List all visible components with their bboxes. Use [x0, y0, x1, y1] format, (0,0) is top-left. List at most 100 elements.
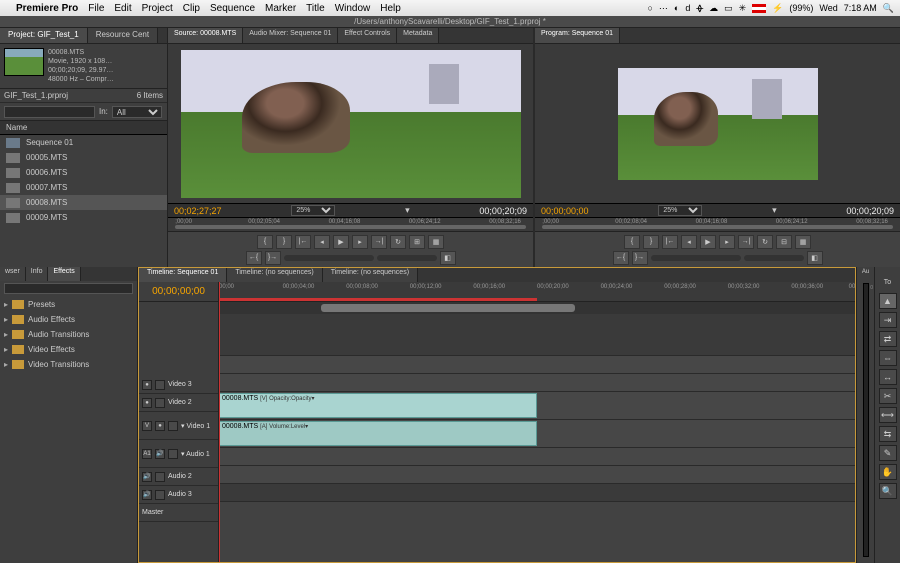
- slip-tool[interactable]: ⟷: [879, 407, 897, 423]
- bin-item-sequence[interactable]: Sequence 01: [0, 135, 167, 150]
- step-fwd-button[interactable]: ▸: [719, 235, 735, 249]
- effects-folder-audio-transitions[interactable]: ▸Audio Transitions: [0, 327, 137, 342]
- speaker-icon[interactable]: 🔊: [155, 449, 165, 459]
- tab-effects[interactable]: Effects: [48, 267, 80, 281]
- timeline-position-tc[interactable]: 00;00;00;00: [139, 282, 218, 302]
- export-frame-button[interactable]: ◧: [440, 251, 456, 265]
- export-frame-button[interactable]: ◧: [807, 251, 823, 265]
- bin-item-clip[interactable]: 00006.MTS: [0, 165, 167, 180]
- track-lane-v2[interactable]: [219, 374, 855, 392]
- timeline-tracks-area[interactable]: 00;00 00;00;04;00 00;00;08;00 00;00;12;0…: [219, 282, 855, 562]
- selection-tool[interactable]: ▲: [879, 293, 897, 309]
- timeline-clip-audio[interactable]: 00008.MTS [A] Volume:Level▾: [219, 421, 537, 446]
- lock-icon[interactable]: [168, 449, 178, 459]
- tray-icon[interactable]: ○: [647, 3, 652, 13]
- extract-button[interactable]: ▦: [795, 235, 811, 249]
- tab-program[interactable]: Program: Sequence 01: [535, 28, 620, 43]
- target-v[interactable]: V: [142, 421, 152, 431]
- timeline-clip-video[interactable]: 00008.MTS [V] Opacity:Opacity▾: [219, 393, 537, 418]
- go-to-in-button[interactable]: |←: [295, 235, 311, 249]
- menu-marker[interactable]: Marker: [265, 3, 296, 14]
- shuttle-slider[interactable]: [377, 255, 437, 261]
- flag-icon[interactable]: [752, 4, 766, 13]
- ruler-scrollbar[interactable]: [175, 225, 525, 229]
- effects-folder-presets[interactable]: ▸Presets: [0, 297, 137, 312]
- program-duration-tc[interactable]: 00;00;20;09: [846, 206, 894, 216]
- tab-timeline-empty[interactable]: Timeline: (no sequences): [227, 268, 322, 282]
- play-button[interactable]: ▶: [700, 235, 716, 249]
- app-name[interactable]: Premiere Pro: [16, 3, 78, 14]
- step-back-button[interactable]: ◂: [314, 235, 330, 249]
- mark-out-button[interactable]: }: [643, 235, 659, 249]
- eye-icon[interactable]: ●: [142, 398, 152, 408]
- lock-icon[interactable]: [155, 380, 165, 390]
- menu-project[interactable]: Project: [142, 3, 173, 14]
- slide-tool[interactable]: ⇆: [879, 426, 897, 442]
- tab-source[interactable]: Source: 00008.MTS: [168, 28, 243, 43]
- marker-prev-button[interactable]: ←{: [246, 251, 262, 265]
- go-to-out-button[interactable]: →|: [738, 235, 754, 249]
- source-video-area[interactable]: [168, 44, 533, 203]
- tray-icon[interactable]: ▭: [724, 3, 733, 14]
- menu-edit[interactable]: Edit: [114, 3, 131, 14]
- program-video-area[interactable]: [535, 44, 900, 203]
- lock-icon[interactable]: [155, 398, 165, 408]
- track-select-tool[interactable]: ⇥: [879, 312, 897, 328]
- bin-item-clip[interactable]: 00009.MTS: [0, 210, 167, 225]
- rate-stretch-tool[interactable]: ↔: [879, 369, 897, 385]
- tray-icon[interactable]: ⋯: [659, 3, 668, 14]
- project-filter-select[interactable]: All: [112, 106, 162, 118]
- source-zoom-select[interactable]: 25%: [291, 205, 335, 216]
- speaker-icon[interactable]: 🔊: [142, 472, 152, 482]
- insert-button[interactable]: ⊞: [409, 235, 425, 249]
- column-header-name[interactable]: Name: [0, 121, 167, 135]
- lift-button[interactable]: ⊟: [776, 235, 792, 249]
- track-lane-a1[interactable]: 00008.MTS [A] Volume:Level▾: [219, 420, 855, 448]
- tab-audio-mixer[interactable]: Audio Mixer: Sequence 01: [243, 28, 338, 43]
- clip-thumbnail[interactable]: [4, 48, 44, 76]
- lock-icon[interactable]: [155, 490, 165, 500]
- resolution-icon[interactable]: ▾: [405, 205, 410, 216]
- battery-icon[interactable]: ⚡: [772, 3, 783, 14]
- track-header-v1[interactable]: V●▾ Video 1: [139, 412, 218, 440]
- mark-in-button[interactable]: {: [624, 235, 640, 249]
- mark-in-button[interactable]: {: [257, 235, 273, 249]
- ruler-scrollbar[interactable]: [542, 225, 892, 229]
- clock-time[interactable]: 7:18 AM: [844, 3, 877, 13]
- ripple-edit-tool[interactable]: ⇄: [879, 331, 897, 347]
- effects-folder-video-effects[interactable]: ▸Video Effects: [0, 342, 137, 357]
- bin-item-clip[interactable]: 00005.MTS: [0, 150, 167, 165]
- source-position-tc[interactable]: 00;02;27;27: [174, 206, 222, 216]
- tab-project[interactable]: Project: GIF_Test_1: [0, 28, 88, 43]
- tray-icon[interactable]: ᚖ: [696, 3, 703, 14]
- effects-folder-video-transitions[interactable]: ▸Video Transitions: [0, 357, 137, 372]
- tray-icon[interactable]: ☁: [709, 3, 718, 14]
- go-to-out-button[interactable]: →|: [371, 235, 387, 249]
- marker-next-button[interactable]: }→: [265, 251, 281, 265]
- step-back-button[interactable]: ◂: [681, 235, 697, 249]
- track-lane-v1[interactable]: 00008.MTS [V] Opacity:Opacity▾: [219, 392, 855, 420]
- effects-search-input[interactable]: [4, 283, 133, 294]
- track-header-a1[interactable]: A1🔊▾ Audio 1: [139, 440, 218, 468]
- project-search-input[interactable]: [4, 106, 95, 118]
- pen-tool[interactable]: ✎: [879, 445, 897, 461]
- tray-icon[interactable]: ✳: [739, 3, 747, 14]
- track-header-v2[interactable]: ●Video 2: [139, 394, 218, 412]
- menu-window[interactable]: Window: [335, 3, 371, 14]
- jog-slider[interactable]: [284, 255, 374, 261]
- hand-tool[interactable]: ✋: [879, 464, 897, 480]
- mark-out-button[interactable]: }: [276, 235, 292, 249]
- loop-button[interactable]: ↻: [757, 235, 773, 249]
- track-lane-a3[interactable]: [219, 466, 855, 484]
- eye-icon[interactable]: ●: [155, 421, 165, 431]
- track-header-a2[interactable]: 🔊Audio 2: [139, 468, 218, 486]
- tab-resource-central[interactable]: Resource Cent: [88, 28, 158, 43]
- menu-sequence[interactable]: Sequence: [210, 3, 255, 14]
- rolling-edit-tool[interactable]: ⇔: [879, 350, 897, 366]
- menu-title[interactable]: Title: [306, 3, 325, 14]
- track-lane-v3[interactable]: [219, 356, 855, 374]
- marker-next-button[interactable]: }→: [632, 251, 648, 265]
- program-position-tc[interactable]: 00;00;00;00: [541, 206, 589, 216]
- speaker-icon[interactable]: 🔊: [142, 490, 152, 500]
- tray-icon[interactable]: d: [685, 3, 690, 13]
